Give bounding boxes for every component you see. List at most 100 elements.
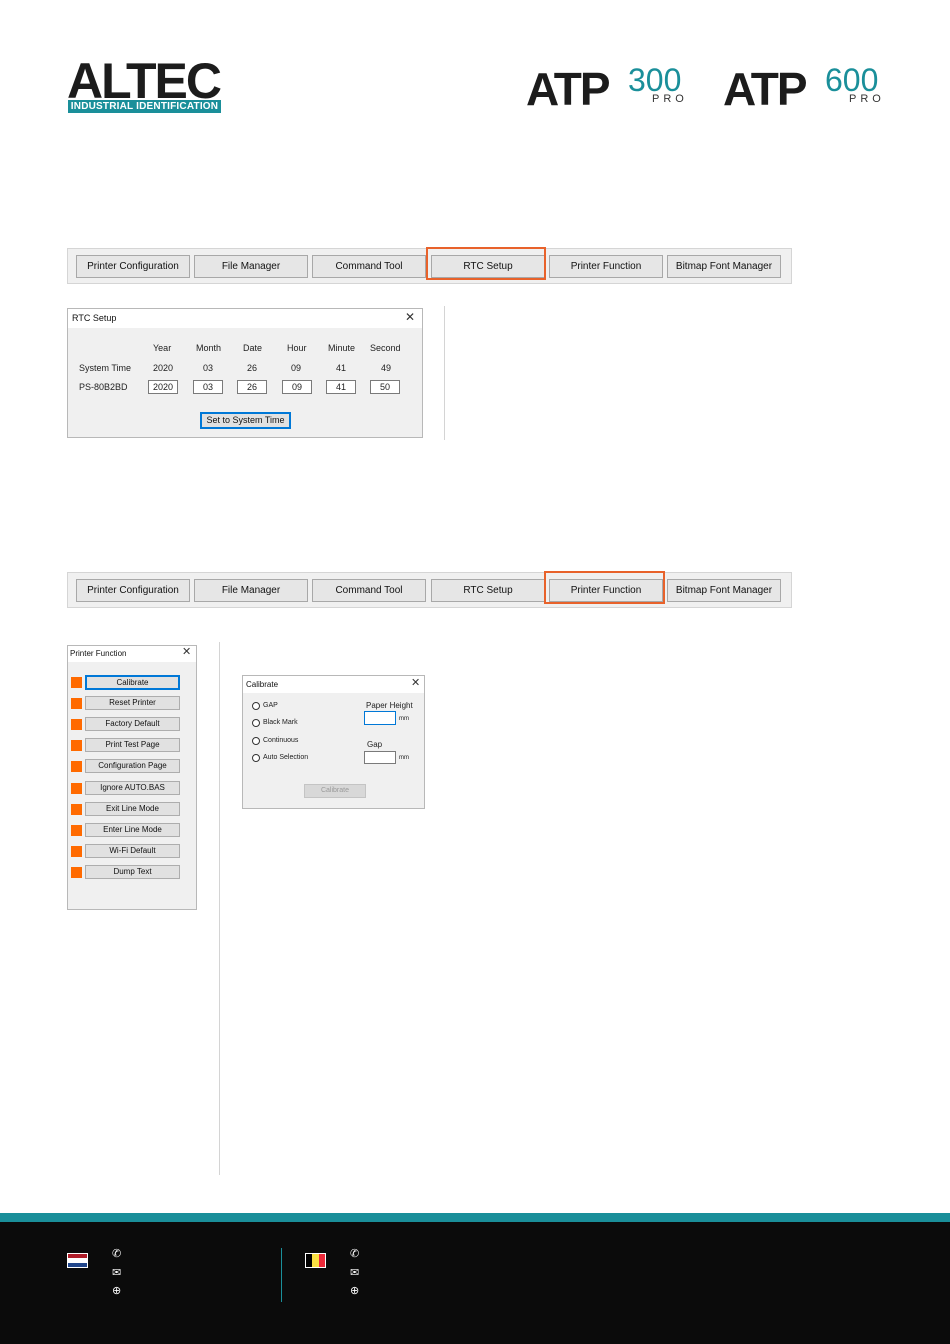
- tab-file-manager[interactable]: File Manager: [194, 579, 308, 602]
- dialog-title: Calibrate: [246, 680, 279, 689]
- tab-printer-configuration[interactable]: Printer Configuration: [76, 579, 190, 602]
- tab-bitmap-font-manager[interactable]: Bitmap Font Manager: [667, 579, 781, 602]
- system-time-label: System Time: [79, 363, 132, 373]
- black-mark-option-label: Black Mark: [263, 719, 298, 726]
- footer: ✆ ✉ ⊕ ✆ ✉ ⊕: [0, 1222, 950, 1344]
- model-number: 300: [628, 62, 682, 98]
- col-minute: Minute: [328, 343, 356, 353]
- configuration-page-button[interactable]: Configuration Page: [85, 759, 180, 773]
- footer-divider: [281, 1248, 282, 1302]
- model-logo-600: ATP 600 PRO: [723, 62, 893, 112]
- enter-line-mode-button[interactable]: Enter Line Mode: [85, 823, 180, 837]
- auto-selection-radio[interactable]: [252, 754, 260, 762]
- ignore-auto-bas-button[interactable]: Ignore AUTO.BAS: [85, 781, 180, 795]
- calibrate-submit-button[interactable]: Calibrate: [304, 784, 366, 798]
- globe-icon: ⊕: [112, 1285, 122, 1297]
- status-indicator: [71, 740, 82, 751]
- gap-unit: mm: [399, 755, 409, 761]
- status-indicator: [71, 783, 82, 794]
- continuous-radio[interactable]: [252, 737, 260, 745]
- tab-bitmap-font-manager[interactable]: Bitmap Font Manager: [667, 255, 781, 278]
- tab-printer-configuration[interactable]: Printer Configuration: [76, 255, 190, 278]
- dialog-titlebar: RTC Setup ✕: [68, 309, 422, 328]
- phone-icon: ✆: [112, 1248, 122, 1260]
- device-year-field[interactable]: 2020: [148, 380, 178, 394]
- col-month: Month: [196, 343, 222, 353]
- model-number: 600: [825, 62, 879, 98]
- system-year: 2020: [153, 363, 174, 373]
- dialog-titlebar: Calibrate ✕: [243, 676, 424, 693]
- black-mark-radio[interactable]: [252, 719, 260, 727]
- highlight-rtc-setup: [426, 247, 546, 280]
- device-second-field[interactable]: 50: [370, 380, 400, 394]
- gap-label: Gap: [367, 740, 383, 749]
- model-prefix: ATP: [723, 63, 808, 115]
- paper-height-input[interactable]: [364, 711, 396, 725]
- printer-function-panel: Printer Function ✕ Calibrate Reset Print…: [67, 645, 197, 910]
- system-second: 49: [381, 363, 392, 373]
- calibrate-dialog: Calibrate ✕ GAP Black Mark Continuous Au…: [242, 675, 425, 809]
- altec-logo-subtitle: INDUSTRIAL IDENTIFICATION: [68, 100, 221, 113]
- paper-height-unit: mm: [399, 716, 409, 722]
- divider: [219, 642, 220, 1175]
- rtc-setup-dialog: RTC Setup ✕ Year Month Date Hour Minute …: [67, 308, 423, 438]
- mail-icon: ✉: [112, 1267, 122, 1279]
- wifi-default-button[interactable]: Wi-Fi Default: [85, 844, 180, 858]
- auto-selection-option-label: Auto Selection: [263, 754, 309, 761]
- close-icon[interactable]: ✕: [405, 311, 415, 323]
- device-hour-field[interactable]: 09: [282, 380, 312, 394]
- footer-accent-band: [0, 1213, 950, 1222]
- exit-line-mode-button[interactable]: Exit Line Mode: [85, 802, 180, 816]
- paper-height-label: Paper Height: [366, 701, 413, 710]
- mail-icon: ✉: [350, 1267, 360, 1279]
- status-indicator: [71, 867, 82, 878]
- status-indicator: [71, 804, 82, 815]
- dialog-title: Printer Function: [70, 649, 127, 658]
- system-date: 26: [247, 363, 258, 373]
- status-indicator: [71, 825, 82, 836]
- col-date: Date: [243, 343, 263, 353]
- col-second: Second: [370, 343, 401, 353]
- factory-default-button[interactable]: Factory Default: [85, 717, 180, 731]
- reset-printer-button[interactable]: Reset Printer: [85, 696, 180, 710]
- continuous-option-label: Continuous: [263, 737, 299, 744]
- tab-printer-function[interactable]: Printer Function: [549, 255, 663, 278]
- device-date-field[interactable]: 26: [237, 380, 267, 394]
- system-hour: 09: [291, 363, 302, 373]
- be-flag-icon: [305, 1253, 326, 1268]
- status-indicator: [71, 761, 82, 772]
- print-test-page-button[interactable]: Print Test Page: [85, 738, 180, 752]
- tab-command-tool[interactable]: Command Tool: [312, 579, 426, 602]
- globe-icon: ⊕: [350, 1285, 360, 1297]
- device-label: PS-80B2BD: [79, 382, 128, 392]
- system-month: 03: [203, 363, 214, 373]
- status-indicator: [71, 719, 82, 730]
- gap-input[interactable]: [364, 751, 396, 764]
- tab-rtc-setup[interactable]: RTC Setup: [431, 579, 545, 602]
- nl-flag-icon: [67, 1253, 88, 1268]
- altec-logo: ALTEC: [67, 53, 222, 109]
- device-minute-field[interactable]: 41: [326, 380, 356, 394]
- model-logo-300: ATP 300 PRO: [526, 62, 696, 112]
- set-to-system-time-button[interactable]: Set to System Time: [200, 412, 291, 429]
- dialog-titlebar: Printer Function ✕: [68, 646, 196, 662]
- dump-text-button[interactable]: Dump Text: [85, 865, 180, 879]
- device-month-field[interactable]: 03: [193, 380, 223, 394]
- gap-option-label: GAP: [263, 702, 278, 709]
- gap-radio[interactable]: [252, 702, 260, 710]
- tab-file-manager[interactable]: File Manager: [194, 255, 308, 278]
- system-minute: 41: [336, 363, 347, 373]
- close-icon[interactable]: ✕: [182, 647, 191, 658]
- model-suffix: PRO: [652, 93, 688, 105]
- status-indicator: [71, 677, 82, 688]
- calibrate-button[interactable]: Calibrate: [85, 675, 180, 690]
- tab-command-tool[interactable]: Command Tool: [312, 255, 426, 278]
- model-prefix: ATP: [526, 63, 611, 115]
- phone-icon: ✆: [350, 1248, 360, 1260]
- dialog-title: RTC Setup: [72, 313, 117, 323]
- status-indicator: [71, 698, 82, 709]
- close-icon[interactable]: ✕: [411, 678, 420, 689]
- tab-bar-printer-function: Printer Configuration File Manager Comma…: [67, 572, 792, 608]
- model-suffix: PRO: [849, 93, 885, 105]
- col-year: Year: [153, 343, 172, 353]
